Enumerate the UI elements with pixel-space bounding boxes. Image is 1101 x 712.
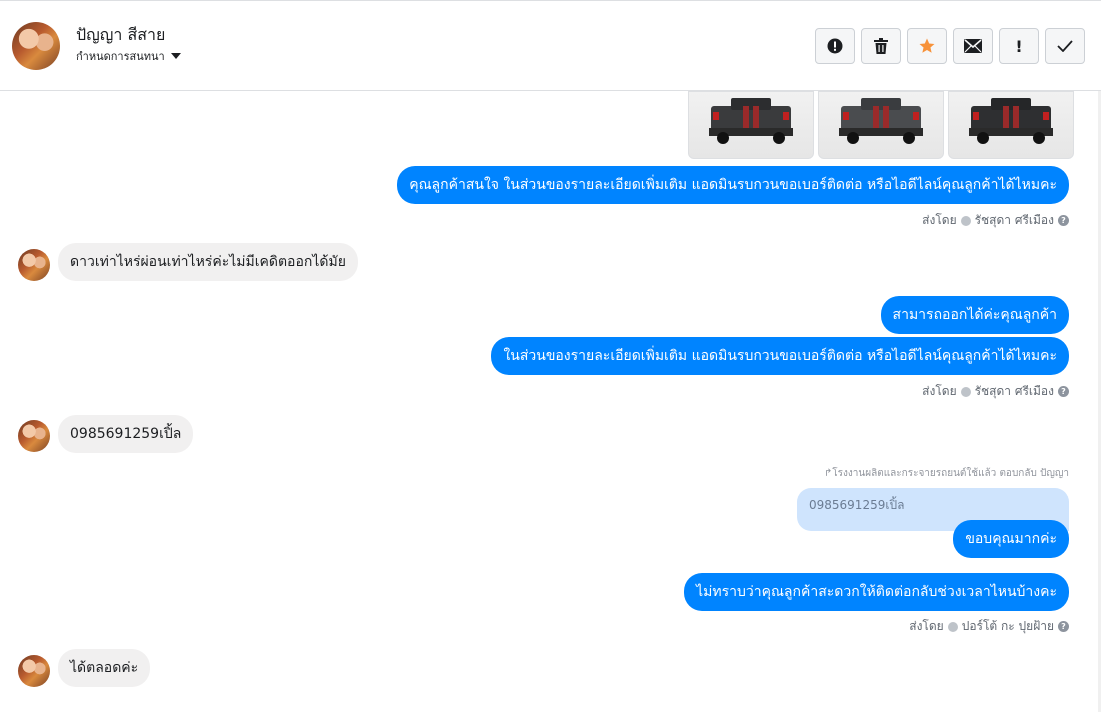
truck-image (709, 98, 793, 144)
incoming-message: ดาวเท่าไหร่ผ่อนเท่าไหร่ค่ะไม่มีเคดิตออกไ… (58, 243, 358, 281)
mark-unread-button[interactable] (953, 28, 993, 64)
help-icon[interactable]: ? (1058, 621, 1069, 632)
attachment-photos (688, 91, 1074, 159)
alert-circle-icon (827, 38, 843, 54)
delete-button[interactable] (861, 28, 901, 64)
agent-dot-icon (947, 621, 958, 632)
conversation-header: ปัญญา สีสาย กำหนดการสนทนา ! (0, 1, 1101, 91)
truck-image (969, 98, 1053, 144)
trash-icon (874, 38, 888, 54)
truck-photo[interactable] (688, 91, 814, 159)
incoming-message: ได้ตลอดค่ะ (58, 649, 151, 687)
contact-avatar-small (18, 655, 50, 687)
outgoing-message: คุณลูกค้าสนใจ ในส่วนของรายละเอียดเพิ่มเต… (397, 166, 1069, 204)
sent-by-label: ส่งโดย รัชสุดา ศรีเมือง ? (922, 211, 1069, 230)
conversation-status-dropdown[interactable]: กำหนดการสนทนา (76, 47, 181, 65)
sent-by-agent: รัชสุดา ศรีเมือง (974, 213, 1054, 227)
contact-name[interactable]: ปัญญา สีสาย (76, 23, 165, 48)
sent-by-agent: ปอร์โต้ กะ ปุยฝ้าย (961, 619, 1054, 633)
mark-done-button[interactable] (1045, 28, 1085, 64)
sent-by-agent: รัชสุดา ศรีเมือง (974, 384, 1054, 398)
outgoing-message: ไม่ทราบว่าคุณลูกค้าสะดวกให้ติดต่อกลับช่ว… (684, 573, 1069, 611)
outgoing-message: ในส่วนของรายละเอียดเพิ่มเติม แอดมินรบกวน… (491, 337, 1069, 375)
star-icon (919, 38, 935, 53)
outgoing-message: สามารถออกได้ค่ะคุณลูกค้า (880, 296, 1069, 334)
sent-by-label: ส่งโดย รัชสุดา ศรีเมือง ? (922, 382, 1069, 401)
report-button[interactable] (815, 28, 855, 64)
agent-dot-icon (960, 215, 971, 226)
contact-avatar-small (18, 420, 50, 452)
truck-photo[interactable] (818, 91, 944, 159)
spam-button[interactable]: ! (999, 28, 1039, 64)
action-toolbar: ! (815, 28, 1085, 64)
help-icon[interactable]: ? (1058, 386, 1069, 397)
sent-by-prefix: ส่งโดย (922, 213, 957, 227)
truck-image (839, 98, 923, 144)
sent-by-prefix: ส่งโดย (922, 384, 957, 398)
help-icon[interactable]: ? (1058, 215, 1069, 226)
conversation-status-label: กำหนดการสนทนา (76, 50, 165, 63)
sent-by-prefix: ส่งโดย (909, 619, 944, 633)
exclamation-icon: ! (1015, 36, 1023, 56)
sent-by-label: ส่งโดย ปอร์โต้ กะ ปุยฝ้าย ? (909, 617, 1069, 636)
incoming-message: 0985691259เปิ้ล (58, 415, 194, 453)
caret-down-icon (170, 53, 181, 59)
outgoing-message: ขอบคุณมากค่ะ (953, 520, 1069, 558)
truck-photo[interactable] (948, 91, 1074, 159)
agent-dot-icon (960, 386, 971, 397)
check-icon (1057, 40, 1073, 52)
contact-avatar-small (18, 249, 50, 281)
reply-context-note: ↱โรงงานผลิตและกระจายรถยนต์ใช้แล้ว ตอบกลั… (823, 468, 1069, 479)
envelope-icon (964, 39, 982, 53)
contact-avatar[interactable] (12, 22, 60, 70)
star-button[interactable] (907, 28, 947, 64)
